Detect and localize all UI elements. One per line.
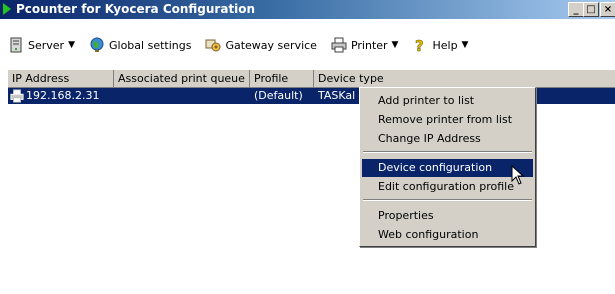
help-menu-button[interactable]: ? Help ▼ [412, 37, 468, 53]
globe-icon [90, 37, 104, 52]
row-device-type: TASKal [318, 89, 356, 102]
mouse-cursor-icon [511, 165, 525, 185]
menu-item-device-configuration[interactable]: Device configuration [362, 159, 533, 177]
printer-menu-button[interactable]: Printer ▼ [331, 37, 399, 53]
printer-icon [331, 37, 347, 53]
menu-item-add-printer[interactable]: Add printer to list [362, 92, 533, 110]
gateway-service-button[interactable]: Gateway service [205, 37, 317, 53]
column-header-profile[interactable]: Profile [250, 70, 314, 87]
server-icon [10, 37, 22, 53]
row-profile: (Default) [254, 89, 303, 102]
chevron-down-icon: ▼ [461, 40, 469, 50]
menu-item-web-configuration[interactable]: Web configuration [362, 226, 533, 244]
minimize-button[interactable]: _ [568, 2, 584, 17]
menu-item-change-ip[interactable]: Change IP Address [362, 130, 533, 148]
list-header: IP Address Associated print queue Profil… [8, 70, 615, 88]
chevron-down-icon: ▼ [68, 40, 75, 50]
column-header-ip-address[interactable]: IP Address [8, 70, 114, 87]
global-settings-button[interactable]: Global settings [89, 37, 191, 53]
row-ip-address: 192.168.2.31 [26, 89, 100, 102]
menu-item-properties[interactable]: Properties [362, 207, 533, 225]
server-menu-button[interactable]: Server ▼ [8, 37, 75, 53]
help-icon: ? [415, 37, 424, 53]
column-header-device-type[interactable]: Device type [314, 70, 615, 87]
global-settings-label: Global settings [109, 38, 192, 52]
gateway-icon [205, 39, 221, 52]
svg-text:?: ? [415, 37, 424, 53]
menu-separator [363, 151, 532, 153]
help-label: Help [432, 38, 458, 52]
printer-label: Printer [350, 38, 388, 52]
window-title: Pcounter for Kyocera Configuration [16, 2, 256, 16]
context-menu: Add printer to list Remove printer from … [359, 87, 536, 247]
menu-item-edit-profile[interactable]: Edit configuration profile [362, 178, 533, 196]
close-button[interactable]: × [600, 2, 615, 17]
menu-item-remove-printer[interactable]: Remove printer from list [362, 111, 533, 129]
app-window: Pcounter for Kyocera Configuration _ □ ×… [0, 0, 615, 294]
app-icon [3, 3, 11, 15]
toolbar: Server ▼ Global settings Gateway service [0, 32, 615, 58]
chevron-down-icon: ▼ [391, 40, 399, 50]
title-bar[interactable]: Pcounter for Kyocera Configuration _ □ × [0, 0, 615, 19]
menu-separator [363, 199, 532, 201]
printer-icon [10, 89, 24, 103]
gateway-service-label: Gateway service [225, 38, 317, 52]
server-label: Server [28, 38, 65, 52]
maximize-button[interactable]: □ [583, 2, 599, 17]
column-header-print-queue[interactable]: Associated print queue [114, 70, 250, 87]
